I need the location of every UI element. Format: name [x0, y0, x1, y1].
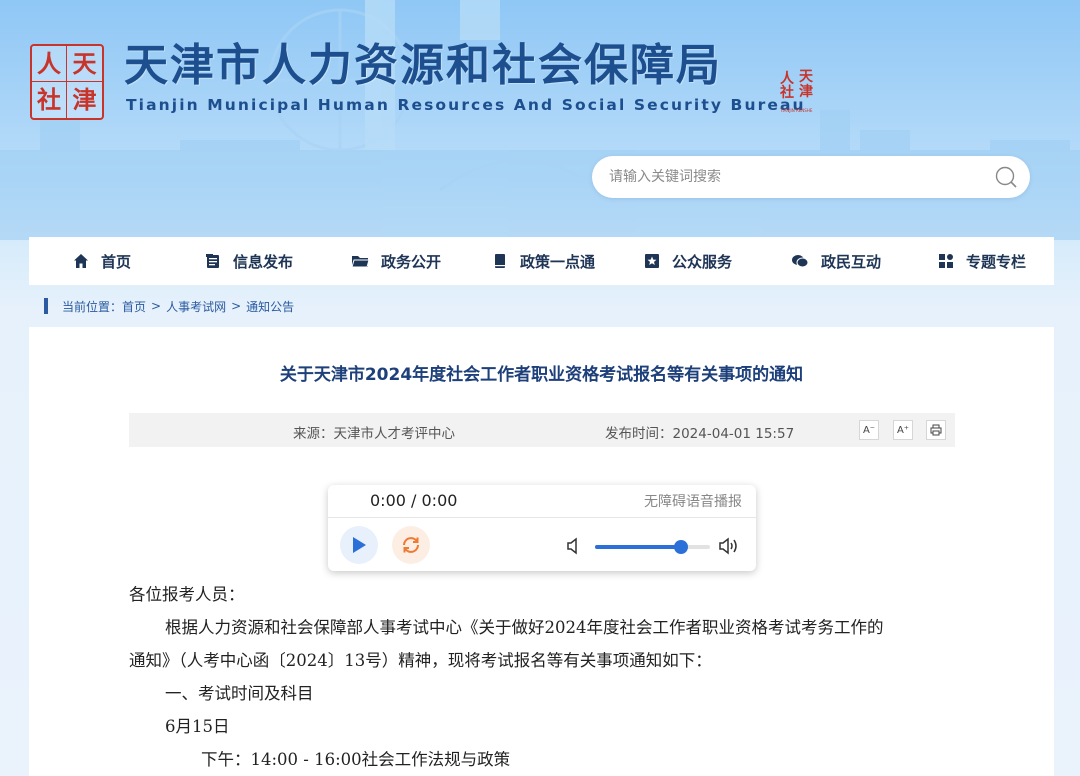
nav-item-gov-affairs[interactable]: 政务公开	[351, 237, 441, 285]
breadcrumb-link-home[interactable]: 首页	[122, 298, 146, 315]
site-title: 天津市人力资源和社会保障局	[124, 40, 722, 91]
seal-char: 天	[67, 46, 102, 82]
grid-icon	[939, 254, 953, 268]
volume-high-icon	[719, 537, 737, 555]
volume-slider-fill	[595, 545, 682, 549]
font-decrease-button[interactable]: A⁻	[859, 420, 879, 440]
main-nav: 首页 信息发布 政务公开 政策一点通 公众服务 政民互动 专题专栏	[29, 237, 1054, 285]
print-icon	[930, 424, 942, 436]
breadcrumb-separator: >	[231, 299, 242, 313]
time-value: 2024-04-01 15:57	[672, 426, 795, 442]
breadcrumb-separator: >	[151, 299, 162, 313]
header-skyline-background	[0, 0, 1080, 240]
seal-char: 人	[32, 46, 67, 82]
site-subtitle: Tianjin Municipal Human Resources And So…	[126, 96, 806, 114]
source-value: 天津市人才考评中心	[333, 426, 456, 442]
audio-player: 0:00 / 0:00 无障碍语音播报	[328, 485, 756, 571]
nav-label: 首页	[101, 252, 132, 271]
article-container: 关于天津市2024年度社会工作者职业资格考试报名等有关事项的通知 来源：天津市人…	[29, 327, 1054, 776]
font-decrease-icon: A⁻	[862, 424, 876, 436]
play-icon	[353, 537, 366, 553]
breadcrumb: 当前位置： 首页 > 人事考试网 > 通知公告	[44, 297, 294, 315]
document-icon	[206, 254, 219, 268]
nav-item-info-release[interactable]: 信息发布	[205, 237, 293, 285]
volume-slider[interactable]	[595, 540, 710, 554]
nav-label: 政策一点通	[520, 252, 596, 271]
tianjin-renshe-stamp-logo: 天津 人社 TIANJIN RENSHE	[780, 69, 822, 114]
article-source: 来源：天津市人才考评中心	[293, 422, 455, 442]
nav-label: 政民互动	[821, 252, 882, 271]
search-input[interactable]	[592, 169, 982, 185]
volume-slider-handle[interactable]	[674, 540, 689, 554]
time-label: 发布时间：	[605, 426, 673, 442]
stamp-text-left: 人社	[780, 71, 794, 101]
search-button[interactable]	[982, 156, 1030, 198]
breadcrumb-marker	[44, 298, 48, 314]
loop-button[interactable]	[392, 526, 430, 564]
volume-low-icon	[567, 537, 577, 555]
font-increase-icon: A⁺	[896, 424, 910, 436]
nav-item-policy[interactable]: 政策一点通	[492, 237, 595, 285]
nav-label: 专题专栏	[966, 252, 1027, 271]
article-title: 关于天津市2024年度社会工作者职业资格考试报名等有关事项的通知	[279, 365, 804, 385]
nav-label: 政务公开	[381, 252, 442, 271]
accessibility-tts-label: 无障碍语音播报	[644, 494, 742, 510]
nav-label: 信息发布	[233, 252, 294, 271]
seal-char: 津	[72, 85, 97, 114]
article-meta-bar: 来源：天津市人才考评中心 发布时间：2024-04-01 15:57 A⁻ A⁺	[129, 413, 955, 447]
play-button[interactable]	[340, 526, 378, 564]
book-icon	[495, 254, 505, 268]
stamp-text-right: 天津	[799, 69, 813, 100]
loop-icon	[403, 537, 419, 553]
nav-item-interaction[interactable]: 政民互动	[791, 237, 881, 285]
seal-char: 社	[32, 82, 67, 118]
body-section-heading: 一、考试时间及科目	[165, 684, 314, 703]
search-icon	[995, 166, 1017, 188]
breadcrumb-prefix: 当前位置：	[62, 299, 123, 314]
volume-mute-button[interactable]	[566, 537, 582, 559]
nav-item-special-topics[interactable]: 专题专栏	[938, 237, 1026, 285]
volume-max-button[interactable]	[718, 536, 740, 560]
print-button[interactable]	[926, 420, 946, 440]
player-divider	[328, 517, 756, 518]
home-icon	[74, 254, 88, 268]
body-schedule-line: 下午：14:00 - 16:00社会工作法规与政策	[201, 750, 511, 769]
body-paragraph: 根据人力资源和社会保障部人事考试中心《关于做好2024年度社会工作者职业资格考试…	[165, 618, 884, 637]
source-label: 来源：	[293, 426, 334, 442]
breadcrumb-link-exam-site[interactable]: 人事考试网	[166, 298, 226, 315]
search-bar	[592, 156, 1030, 198]
bureau-logo-seal: 人 天 社 津	[30, 44, 104, 120]
folder-icon	[351, 256, 369, 268]
font-increase-button[interactable]: A⁺	[893, 420, 913, 440]
stamp-caption: TIANJIN RENSHE	[780, 108, 813, 113]
body-paragraph: 通知》（人考中心函〔2024〕13号）精神，现将考试报名等有关事项通知如下：	[129, 651, 712, 670]
body-date: 6月15日	[165, 717, 230, 736]
audio-time: 0:00 / 0:00	[370, 491, 458, 510]
chat-icon	[792, 255, 809, 268]
nav-item-home[interactable]: 首页	[73, 237, 131, 285]
nav-item-public-service[interactable]: 公众服务	[644, 237, 732, 285]
nav-label: 公众服务	[672, 252, 733, 271]
star-badge-icon	[645, 254, 659, 268]
body-greeting: 各位报考人员：	[129, 585, 245, 604]
breadcrumb-link-notices[interactable]: 通知公告	[246, 298, 294, 315]
article-publish-time: 发布时间：2024-04-01 15:57	[605, 422, 794, 442]
